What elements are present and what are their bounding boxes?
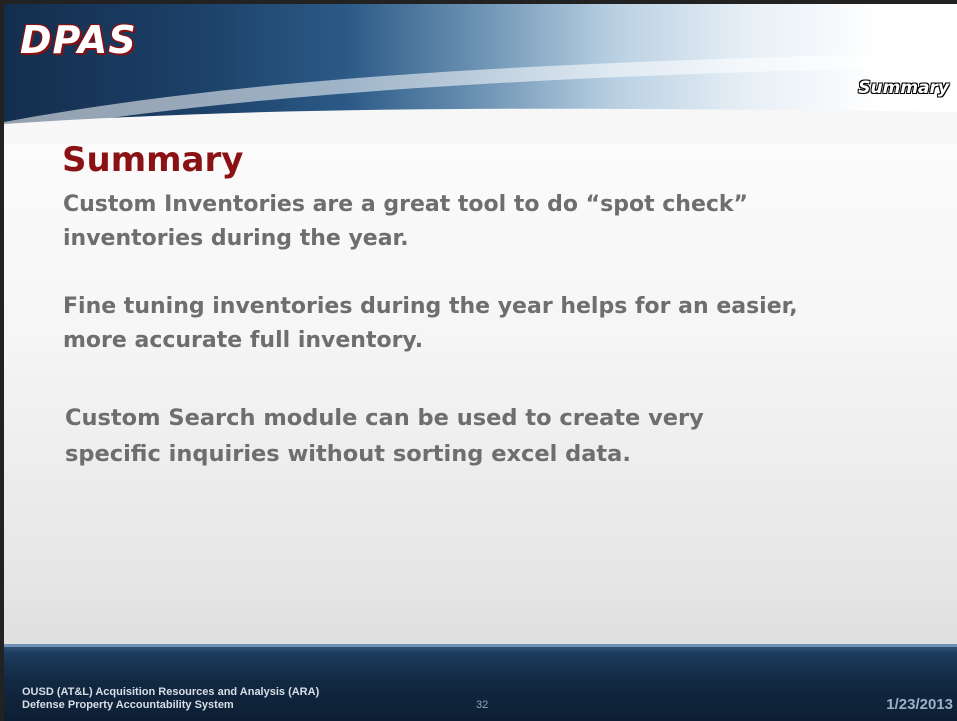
- page-number: 32: [476, 699, 489, 711]
- header-swoosh: [4, 52, 957, 144]
- footer-organization: OUSD (AT&L) Acquisition Resources and An…: [22, 686, 319, 712]
- section-label: Summary: [858, 78, 949, 98]
- footer-org-line-1: OUSD (AT&L) Acquisition Resources and An…: [22, 686, 320, 698]
- slide: DPAS Summary Summary Custom Inventories …: [4, 4, 957, 721]
- dpas-logo: DPAS: [20, 18, 137, 62]
- footer-bar: OUSD (AT&L) Acquisition Resources and An…: [4, 644, 957, 721]
- footer-divider: [4, 644, 957, 647]
- footer-date: 1/23/2013: [886, 696, 953, 713]
- body-paragraph-1: Custom Inventories are a great tool to d…: [63, 192, 749, 251]
- footer-org-line-2: Defense Property Accountability System: [22, 699, 234, 711]
- body-paragraph-3: Custom Search module can be used to crea…: [65, 405, 704, 467]
- slide-title: Summary: [62, 140, 244, 180]
- body-paragraph-2: Fine tuning inventories during the year …: [63, 294, 798, 353]
